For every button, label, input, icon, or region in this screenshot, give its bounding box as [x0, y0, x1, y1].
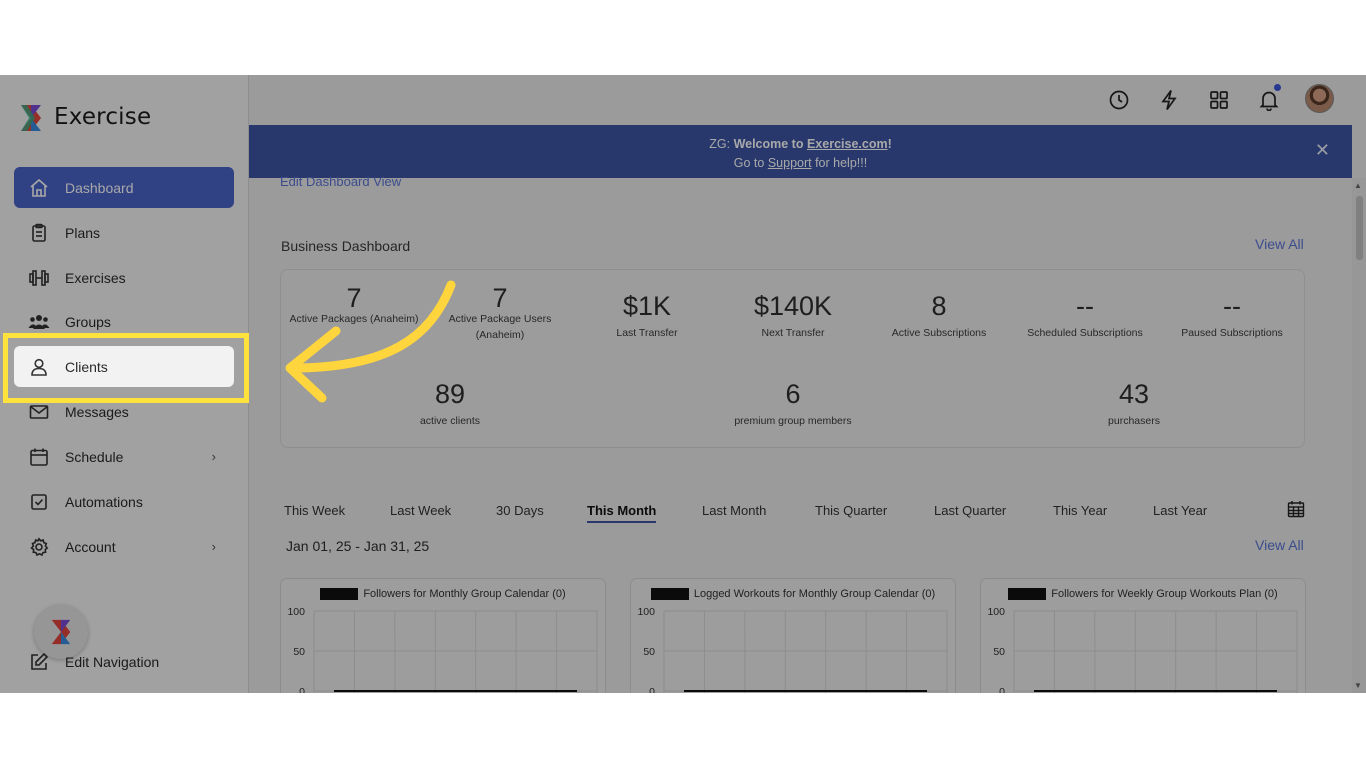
pointer-arrow-icon [285, 280, 456, 403]
app-window: Exercise Dashboard Plans Exercises Group [0, 75, 1366, 693]
